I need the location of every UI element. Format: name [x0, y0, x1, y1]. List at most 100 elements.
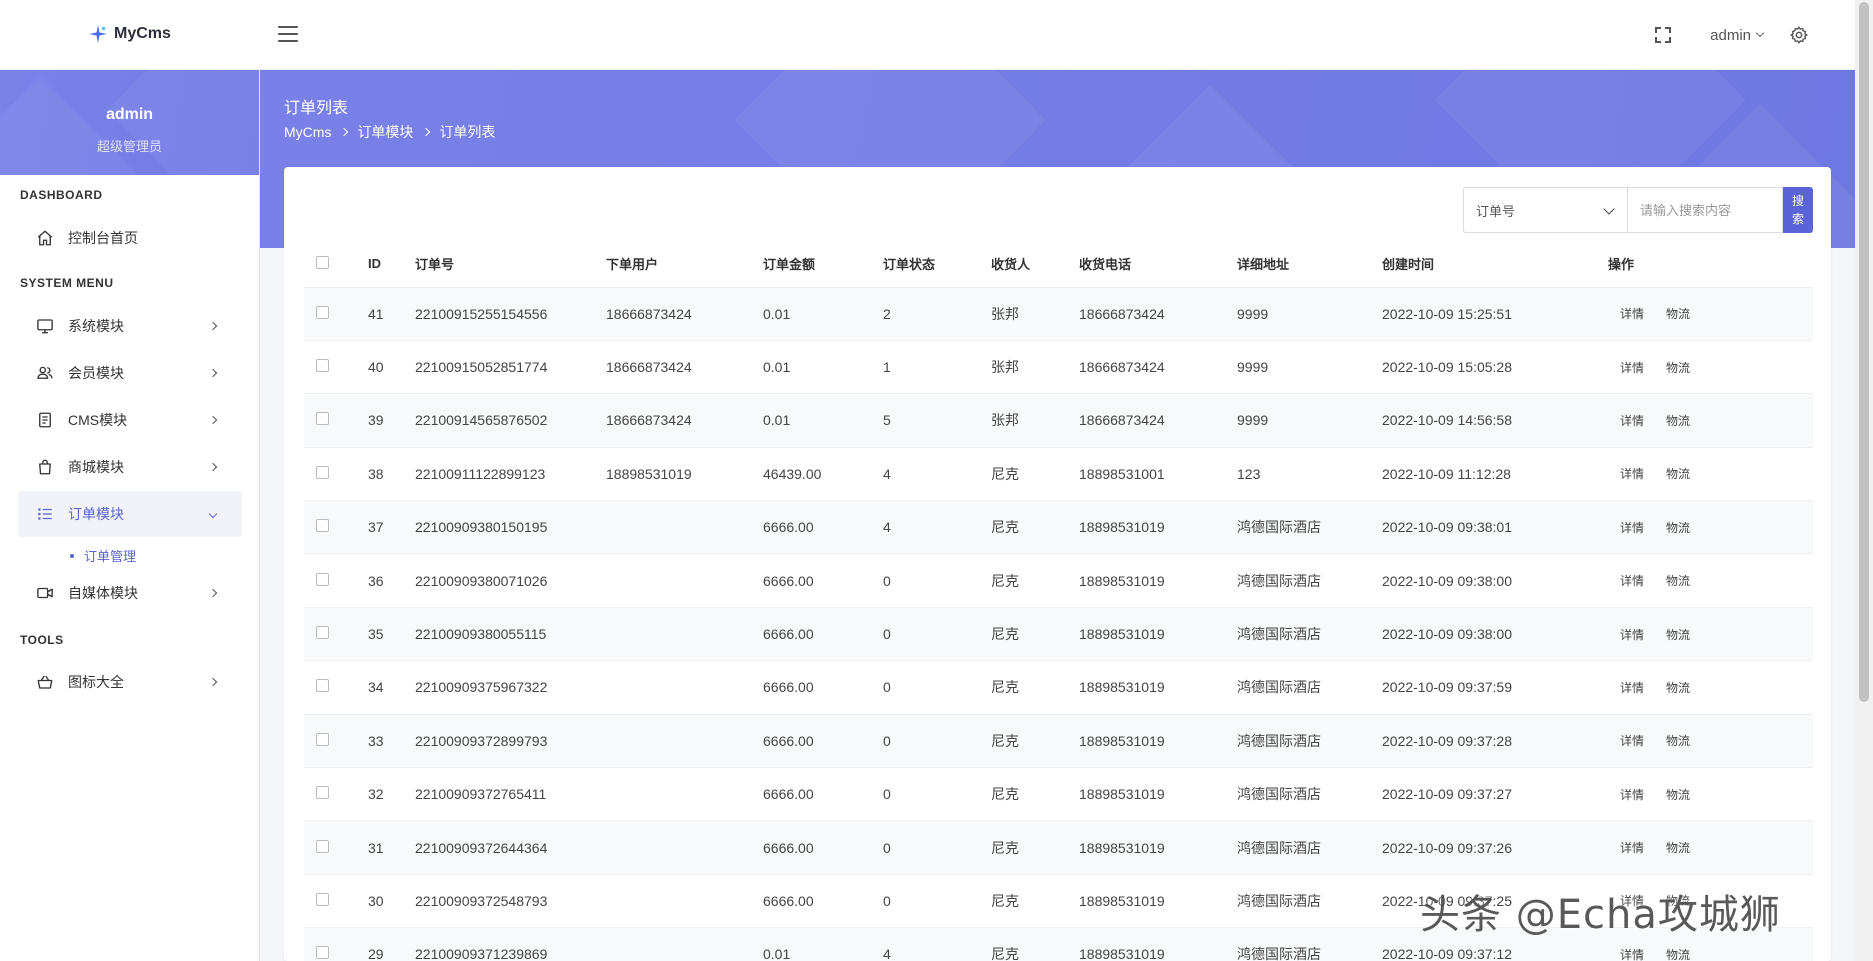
table-cell: 1	[883, 340, 991, 395]
sidebar-item-label: 自媒体模块	[68, 585, 138, 601]
logistics-button[interactable]: 物流	[1666, 681, 1690, 695]
table-cell: 18898531019	[1079, 500, 1237, 555]
detail-button[interactable]: 详情	[1620, 681, 1644, 695]
table-cell: 尼克	[991, 447, 1079, 502]
row-checkbox[interactable]	[316, 679, 329, 693]
table-cell: 2022-10-09 09:37:28	[1382, 714, 1608, 769]
table-cell: 2022-10-09 15:25:51	[1382, 287, 1608, 341]
menu-toggle-icon[interactable]	[278, 26, 298, 42]
table-cell: 0.01	[763, 393, 883, 448]
sidebar-item-orders[interactable]: 订单模块	[18, 491, 242, 537]
detail-button[interactable]: 详情	[1620, 307, 1644, 321]
sidebar-item-media[interactable]: 自媒体模块	[18, 570, 242, 616]
sidebar-item-cms[interactable]: CMS模块	[18, 397, 242, 443]
table-cell: 6666.00	[763, 767, 883, 822]
table-cell: 5	[883, 393, 991, 448]
chevron-down-icon	[208, 509, 218, 519]
search-button[interactable]: 搜索	[1783, 187, 1813, 233]
table-cell	[606, 714, 763, 769]
row-checkbox[interactable]	[316, 412, 329, 426]
row-checkbox[interactable]	[316, 359, 329, 373]
user-menu[interactable]: admin	[1710, 27, 1765, 44]
detail-button[interactable]: 详情	[1620, 574, 1644, 588]
table-cell: 鸿德国际酒店	[1237, 660, 1382, 715]
search-input[interactable]	[1628, 187, 1783, 233]
select-all-checkbox[interactable]	[316, 255, 329, 269]
detail-button[interactable]: 详情	[1620, 788, 1644, 802]
table-cell: 18666873424	[1079, 393, 1237, 448]
chevron-right-icon	[208, 588, 218, 598]
table-cell: 18666873424	[606, 340, 763, 395]
sparkle-logo-icon	[88, 24, 108, 44]
row-checkbox[interactable]	[316, 732, 329, 746]
table-cell: 尼克	[991, 553, 1079, 608]
sidebar-item-label: 控制台首页	[68, 230, 138, 246]
table-row: 33 22100909372899793 6666.00 0 尼克 18898531019…	[304, 714, 1813, 769]
basket-icon	[36, 673, 54, 691]
chevron-down-icon	[1755, 28, 1765, 38]
detail-button[interactable]: 详情	[1620, 467, 1644, 481]
detail-button[interactable]: 详情	[1620, 948, 1644, 961]
table-cell: 18666873424	[1079, 287, 1237, 341]
order-list-card: 订单号 搜索 ID 订单号 下单用户 订单金额 订单状态 收货人 收货电话 详细…	[284, 167, 1831, 961]
table-cell: 6666.00	[763, 500, 883, 555]
gear-icon[interactable]	[1789, 25, 1809, 45]
fullscreen-icon[interactable]	[1654, 26, 1672, 44]
logistics-button[interactable]: 物流	[1666, 574, 1690, 588]
order-table: ID 订单号 下单用户 订单金额 订单状态 收货人 收货电话 详细地址 创建时间…	[304, 241, 1813, 961]
sidebar-item-system[interactable]: 系统模块	[18, 303, 242, 349]
detail-button[interactable]: 详情	[1620, 628, 1644, 642]
row-checkbox[interactable]	[316, 305, 329, 319]
table-cell: 2022-10-09 09:38:01	[1382, 500, 1608, 555]
table-cell: 6666.00	[763, 820, 883, 875]
logistics-button[interactable]: 物流	[1666, 414, 1690, 428]
logistics-button[interactable]: 物流	[1666, 628, 1690, 642]
column-header: 收货人	[991, 241, 1079, 288]
detail-button[interactable]: 详情	[1620, 734, 1644, 748]
row-checkbox[interactable]	[316, 892, 329, 906]
sidebar-subitem-order-management[interactable]: 订单管理	[70, 546, 136, 565]
detail-button[interactable]: 详情	[1620, 841, 1644, 855]
logistics-button[interactable]: 物流	[1666, 948, 1690, 961]
chevron-right-icon	[208, 462, 218, 472]
logistics-button[interactable]: 物流	[1666, 307, 1690, 321]
row-checkbox[interactable]	[316, 786, 329, 800]
search-field-select[interactable]: 订单号	[1463, 187, 1628, 233]
table-row: 31 22100909372644364 6666.00 0 尼克 18898531019…	[304, 820, 1813, 875]
table-cell: 2022-10-09 09:38:00	[1382, 553, 1608, 608]
row-checkbox[interactable]	[316, 946, 329, 960]
detail-button[interactable]: 详情	[1620, 521, 1644, 535]
sidebar-item-icons[interactable]: 图标大全	[18, 659, 242, 705]
brand-logo[interactable]: MyCms	[88, 24, 171, 44]
table-cell: 2022-10-09 09:37:26	[1382, 820, 1608, 875]
table-cell: 33	[368, 714, 415, 769]
table-cell: 0	[883, 767, 991, 822]
row-checkbox[interactable]	[316, 626, 329, 640]
table-cell: 鸿德国际酒店	[1237, 820, 1382, 875]
breadcrumb-module[interactable]: 订单模块	[357, 122, 413, 142]
row-checkbox[interactable]	[316, 519, 329, 533]
chevron-right-icon	[208, 415, 218, 425]
detail-button[interactable]: 详情	[1620, 414, 1644, 428]
row-checkbox[interactable]	[316, 572, 329, 586]
table-cell: 2	[883, 287, 991, 341]
detail-button[interactable]: 详情	[1620, 361, 1644, 375]
table-cell	[606, 927, 763, 961]
logistics-button[interactable]: 物流	[1666, 734, 1690, 748]
logistics-button[interactable]: 物流	[1666, 788, 1690, 802]
table-cell: 2022-10-09 09:37:27	[1382, 767, 1608, 822]
logistics-button[interactable]: 物流	[1666, 521, 1690, 535]
home-icon	[36, 229, 54, 247]
sidebar-item-shop[interactable]: 商城模块	[18, 444, 242, 490]
logistics-button[interactable]: 物流	[1666, 841, 1690, 855]
logistics-button[interactable]: 物流	[1666, 361, 1690, 375]
sidebar-item-members[interactable]: 会员模块	[18, 350, 242, 396]
breadcrumb-home[interactable]: MyCms	[284, 124, 331, 140]
logistics-button[interactable]: 物流	[1666, 467, 1690, 481]
brand-name: MyCms	[114, 25, 171, 42]
row-checkbox[interactable]	[316, 465, 329, 479]
row-checkbox[interactable]	[316, 839, 329, 853]
page-scrollbar[interactable]	[1855, 0, 1873, 961]
sidebar-item-dashboard-home[interactable]: 控制台首页	[18, 215, 242, 261]
table-cell: 22100909375967322	[415, 660, 606, 715]
